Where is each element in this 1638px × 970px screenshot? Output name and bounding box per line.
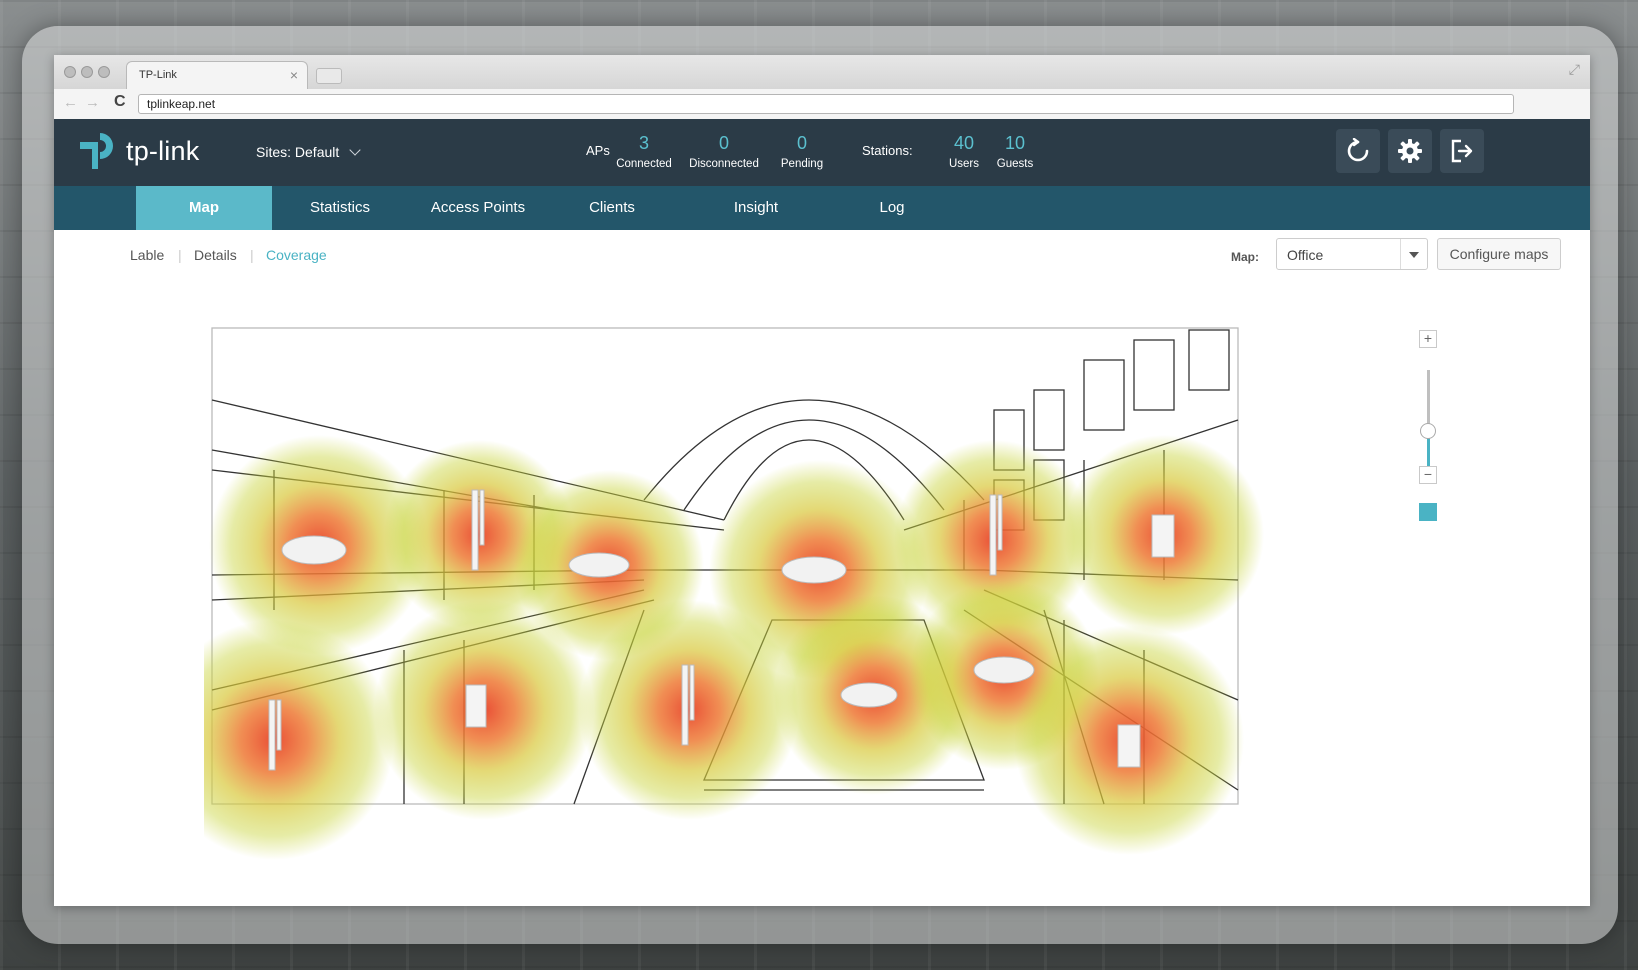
aps-disconnected-count: 0	[718, 133, 729, 153]
fullscreen-icon[interactable]: ⤢	[1569, 61, 1580, 78]
window-minimize-dot[interactable]	[81, 66, 93, 78]
reload-icon[interactable]: C	[114, 93, 126, 111]
url-input[interactable]: tplinkeap.net	[138, 94, 1514, 114]
aps-disconnected-label: Disconnected	[689, 158, 759, 170]
new-tab-button[interactable]	[316, 68, 342, 84]
zoom-out-button[interactable]: −	[1419, 466, 1437, 484]
tab-map[interactable]: Map	[136, 186, 272, 230]
coverage-heat-layer	[204, 435, 1264, 860]
stations-guests-count: 10	[1004, 133, 1026, 153]
floorplan-heatmap	[204, 327, 1264, 860]
view-link-details[interactable]: Details	[194, 247, 237, 263]
refresh-icon	[1347, 138, 1369, 162]
aps-pending-label: Pending	[780, 158, 824, 170]
wall-plate-ap-icon[interactable]	[1151, 514, 1175, 558]
tab-statistics[interactable]: Statistics	[282, 186, 398, 230]
view-link-coverage[interactable]: Coverage	[266, 247, 327, 263]
zoom-in-button[interactable]: +	[1419, 330, 1437, 348]
forward-arrow-icon[interactable]: →	[85, 94, 100, 111]
signal-legend-icon[interactable]	[1419, 503, 1437, 521]
coverage-map[interactable]	[204, 320, 1294, 880]
settings-button[interactable]	[1388, 129, 1432, 173]
logout-button[interactable]	[1440, 129, 1484, 173]
tab-title: TP-Link	[139, 69, 177, 81]
configure-maps-button[interactable]: Configure maps	[1437, 238, 1561, 270]
tp-link-logo-icon	[80, 133, 113, 169]
map-select-label: Map:	[1231, 250, 1259, 264]
ceiling-ap-icon[interactable]	[973, 656, 1035, 684]
view-separator: |	[250, 247, 254, 263]
view-link-lable[interactable]: Lable	[130, 247, 164, 263]
tab-insight[interactable]: Insight	[706, 186, 806, 230]
stations-users-label: Users	[948, 158, 980, 170]
window-zoom-dot[interactable]	[98, 66, 110, 78]
tab-clients[interactable]: Clients	[562, 186, 662, 230]
browser-tab[interactable]: TP-Link ×	[126, 61, 308, 89]
refresh-button[interactable]	[1336, 129, 1380, 173]
aps-pending-count: 0	[796, 133, 807, 153]
map-content: Lable | Details | Coverage Map: Office C…	[54, 230, 1590, 906]
map-select[interactable]: Office	[1276, 238, 1428, 270]
app-header: tp-link Sites: Default APs 3 Connected 0…	[54, 119, 1590, 186]
logout-icon	[1451, 139, 1473, 163]
wall-plate-ap-icon[interactable]	[465, 684, 487, 728]
ceiling-ap-icon[interactable]	[281, 535, 347, 565]
sites-dropdown[interactable]: Sites: Default	[256, 144, 361, 160]
zoom-control: + −	[1416, 330, 1440, 530]
aps-label: APs	[586, 143, 610, 158]
browser-tab-strip: TP-Link × ⤢	[54, 55, 1590, 89]
ceiling-ap-icon[interactable]	[568, 552, 630, 578]
zoom-track	[1427, 370, 1430, 430]
aps-connected-count: 3	[638, 133, 649, 153]
browser-window: TP-Link × ⤢ ← → C tplinkeap.net tp-link …	[54, 55, 1590, 906]
wall-plate-ap-icon[interactable]	[1117, 724, 1141, 768]
aps-connected-label: Connected	[616, 158, 672, 170]
ceiling-ap-icon[interactable]	[840, 682, 898, 708]
dropdown-arrow-icon	[1400, 239, 1427, 269]
back-arrow-icon[interactable]: ←	[63, 94, 78, 111]
window-close-dot[interactable]	[64, 66, 76, 78]
view-separator: |	[178, 247, 182, 263]
tab-log[interactable]: Log	[844, 186, 940, 230]
address-toolbar: ← → C tplinkeap.net	[54, 89, 1590, 120]
map-select-value: Office	[1287, 247, 1324, 263]
stations-label: Stations:	[862, 143, 913, 158]
ceiling-ap-icon[interactable]	[781, 556, 847, 584]
chevron-down-icon	[349, 144, 361, 156]
stations-guests-label: Guests	[996, 158, 1034, 170]
zoom-slider-handle[interactable]	[1420, 423, 1436, 439]
tab-access-points[interactable]: Access Points	[406, 186, 550, 230]
sites-label: Sites: Default	[256, 144, 340, 160]
main-nav: Map Statistics Access Points Clients Ins…	[54, 186, 1590, 230]
gear-icon	[1398, 139, 1422, 163]
logo-wordmark: tp-link	[126, 136, 200, 166]
tab-close-icon[interactable]: ×	[290, 67, 298, 83]
stations-users-count: 40	[953, 133, 975, 153]
